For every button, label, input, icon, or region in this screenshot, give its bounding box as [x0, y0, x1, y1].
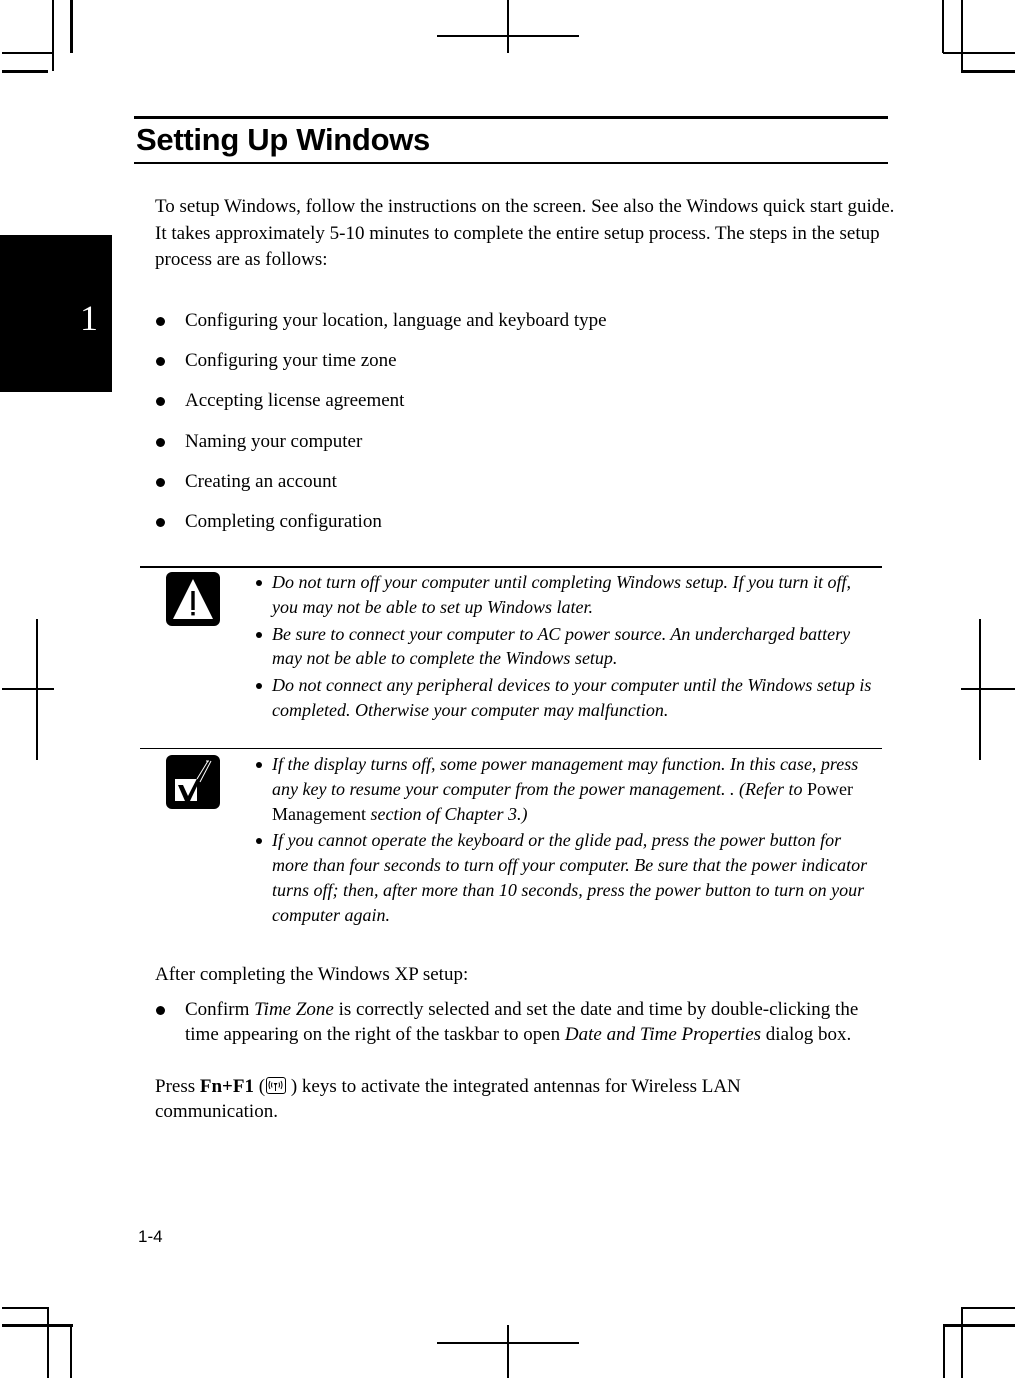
list-item: Accepting license agreement [155, 388, 607, 428]
warning-triangle-icon [166, 572, 220, 626]
bullet-icon [156, 397, 165, 407]
time-zone-term: Time Zone [254, 999, 334, 1020]
page-number: 1-4 [138, 1227, 163, 1246]
caution-item: Do not turn off your computer until comp… [254, 570, 874, 620]
list-item: Naming your computer [155, 429, 607, 469]
title-rule-bottom [134, 162, 888, 164]
note-item: If the display turns off, some power man… [254, 752, 874, 826]
bullet-icon [156, 317, 165, 326]
wireless-lan-paragraph: Press Fn+F1 ( ) keys to activate the int… [155, 1076, 741, 1122]
wireless-antenna-icon [266, 1077, 287, 1094]
key-combination: Fn+F1 [199, 1076, 254, 1097]
caution-rule-top [140, 566, 882, 568]
title-rule-top [134, 116, 888, 119]
bullet-icon [256, 580, 262, 586]
after-setup-heading: After completing the Windows XP setup: [155, 964, 469, 985]
caution-list: Do not turn off your computer until comp… [254, 570, 874, 725]
bullet-icon [156, 357, 165, 367]
bullet-icon [156, 1006, 165, 1015]
note-rule-top [140, 748, 882, 749]
bullet-icon [256, 838, 262, 845]
date-time-properties-term: Date and Time Properties [564, 1023, 762, 1045]
intro-paragraph: To setup Windows, follow the instruction… [155, 196, 895, 270]
note-item: If you cannot operate the keyboard or th… [254, 828, 874, 927]
section-title: Setting Up Windows [136, 122, 430, 157]
caution-item: Do not connect any peripheral devices to… [254, 673, 874, 723]
bullet-icon [256, 762, 262, 768]
list-item: Creating an account [155, 469, 607, 509]
bullet-icon [256, 631, 262, 638]
caution-item: Be sure to connect your computer to AC p… [254, 622, 874, 672]
checkmark-icon [166, 755, 220, 809]
bullet-icon [156, 477, 165, 487]
list-item: Completing configuration [155, 509, 607, 549]
bullet-icon [156, 517, 165, 527]
bullet-icon [156, 437, 165, 447]
chapter-number: 1 [80, 298, 98, 338]
setup-steps-list: Configuring your location, language and … [155, 308, 607, 549]
list-item: Configuring your location, language and … [155, 308, 607, 348]
note-list: If the display turns off, some power man… [254, 752, 874, 930]
list-item: Configuring your time zone [155, 348, 607, 388]
bullet-icon [256, 683, 262, 690]
after-setup-bullet: Confirm Time Zone is correctly selected … [155, 998, 885, 1047]
